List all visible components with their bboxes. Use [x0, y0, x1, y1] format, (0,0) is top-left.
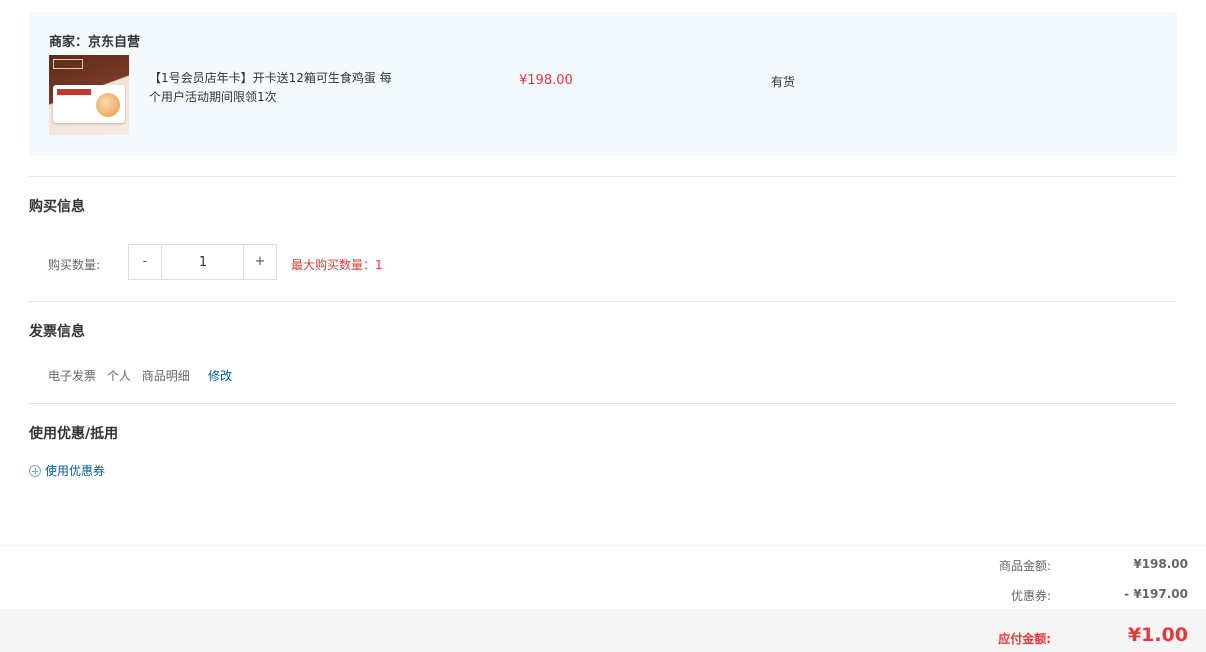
thumb-logo-icon [53, 59, 83, 69]
goods-amount-label: 商品金额: [998, 559, 1051, 573]
divider [29, 403, 1177, 404]
payable-bar: 应付金额: ¥1.00 [0, 609, 1206, 652]
divider [29, 301, 1177, 302]
use-coupon-label: 使用优惠券 [45, 464, 106, 478]
quantity-input[interactable] [162, 244, 244, 280]
invoice-details: 电子发票 个人 商品明细 [48, 367, 197, 384]
plus-circle-icon [29, 464, 41, 477]
coupon-section-title: 使用优惠/抵用 [29, 426, 119, 442]
invoice-content: 商品明细 [141, 369, 190, 383]
summary-divider [0, 545, 1206, 546]
divider [29, 176, 1177, 177]
max-quantity-text: 最大购买数量：1 [291, 258, 383, 272]
merchant-block: 商家：京东自营 【1号会员店年卡】开卡送12箱可生食鸡蛋 每个用户活动期间限领1… [29, 12, 1177, 156]
product-thumbnail[interactable] [49, 55, 129, 135]
invoice-section-title: 发票信息 [29, 324, 85, 340]
payable-label: 应付金额: [998, 632, 1051, 646]
invoice-edit-link[interactable]: 修改 [208, 367, 232, 384]
product-price: ¥198.00 [519, 73, 573, 88]
invoice-person: 个人 [106, 369, 131, 383]
checkout-page: 商家：京东自营 【1号会员店年卡】开卡送12箱可生食鸡蛋 每个用户活动期间限领1… [0, 0, 1206, 652]
product-stock: 有货 [771, 75, 796, 89]
thumb-card-icon [53, 85, 125, 123]
purchase-section-title: 购买信息 [29, 199, 85, 215]
quantity-decrease-button[interactable]: - [128, 244, 162, 280]
quantity-increase-button[interactable]: + [243, 244, 277, 280]
use-coupon-link[interactable]: 使用优惠券 [29, 462, 105, 479]
quantity-label: 购买数量: [48, 258, 101, 272]
merchant-label: 商家：京东自营 [49, 35, 141, 50]
product-name[interactable]: 【1号会员店年卡】开卡送12箱可生食鸡蛋 每个用户活动期间限领1次 [149, 69, 399, 107]
coupon-amount-label: 优惠券: [1010, 589, 1051, 603]
payable-value: ¥1.00 [1127, 624, 1188, 646]
invoice-type: 电子发票 [48, 369, 97, 383]
goods-amount-value: ¥198.00 [1133, 557, 1188, 571]
coupon-amount-value: - ¥197.00 [1124, 587, 1188, 601]
